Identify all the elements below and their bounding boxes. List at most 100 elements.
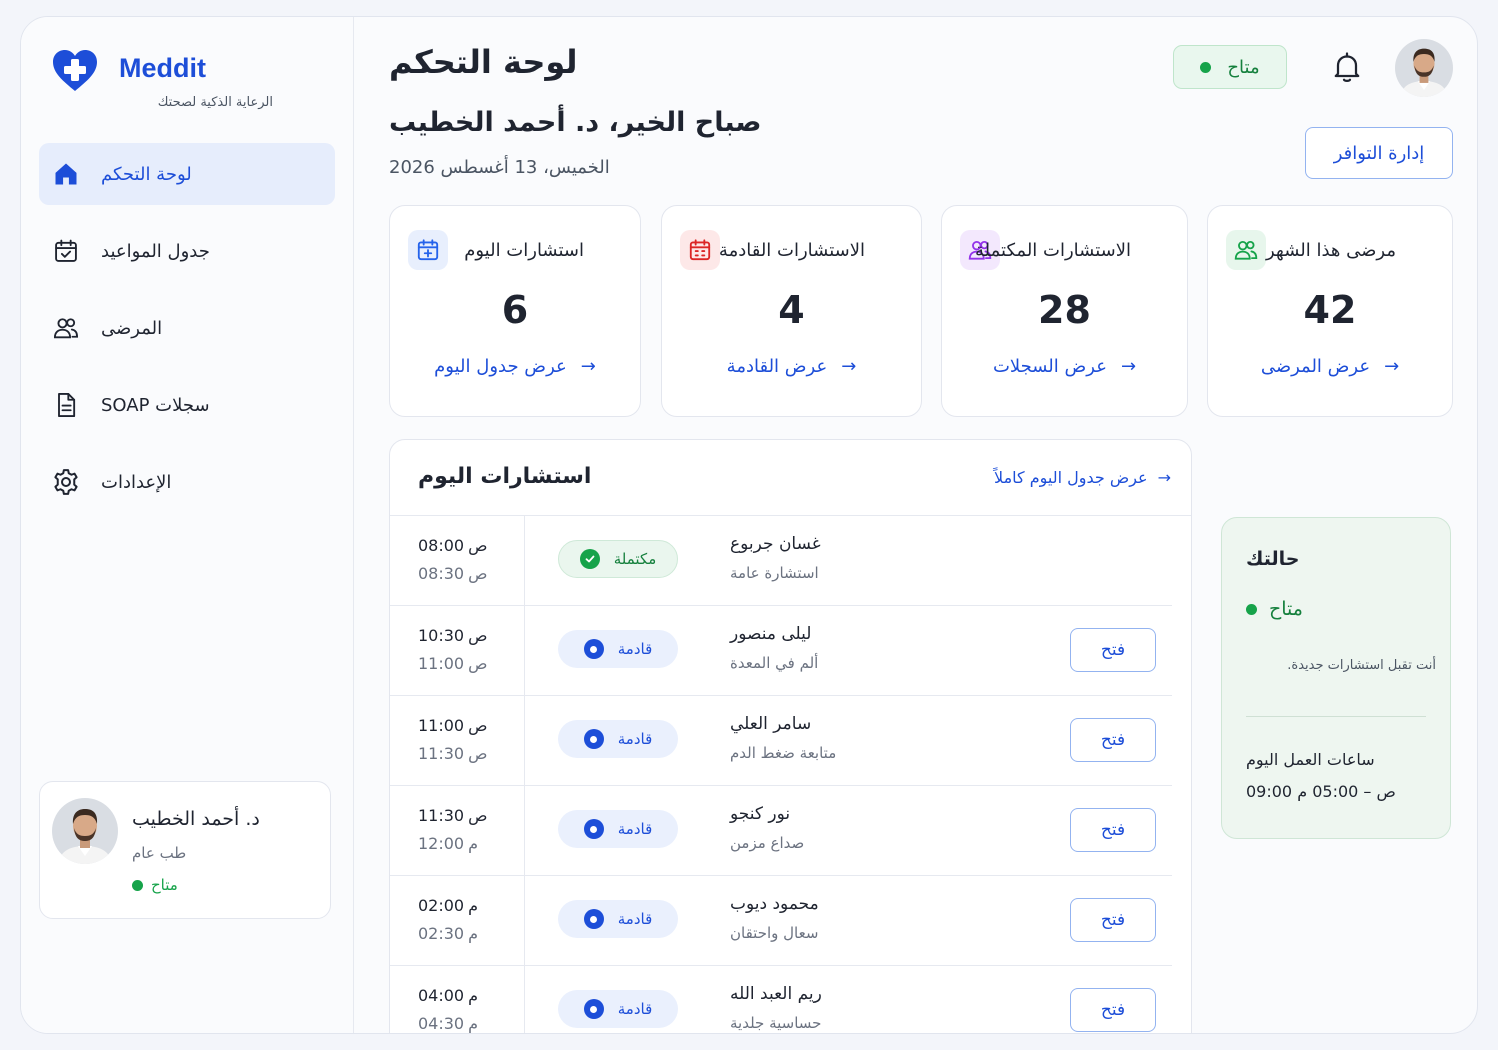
arrow-right-icon: → xyxy=(1120,356,1137,377)
doctor-profile-card[interactable]: د. أحمد الخطيب طب عام متاح xyxy=(39,781,331,919)
greeting: صباح الخير، د. أحمد الخطيب xyxy=(389,107,762,138)
patient-name: ليلى منصور xyxy=(730,624,812,644)
radio-dot-icon xyxy=(583,729,604,749)
status-dot-icon xyxy=(132,879,143,891)
doctor-name: د. أحمد الخطيب xyxy=(132,808,260,830)
start-time: 02:00 م xyxy=(418,896,479,915)
view-full-schedule-label: عرض جدول اليوم كاملاً xyxy=(994,468,1148,487)
arrow-right-icon: → xyxy=(580,356,596,377)
sidebar: Meddit الرعاية الذكية لصحتك لوحة التحكم … xyxy=(21,17,354,1033)
sidebar-item-label: جدول المواعيد xyxy=(101,240,210,262)
patient-name: غسان جربوع xyxy=(730,534,821,554)
brand[interactable]: Meddit الرعاية الذكية لصحتك xyxy=(51,49,311,119)
patient-name: سامر العلي xyxy=(730,714,812,734)
stat-link-label: عرض المرضى xyxy=(1260,356,1371,377)
stat-title: الاستشارات المكتملة xyxy=(975,240,1131,261)
today-consultations-panel: استشارات اليوم عرض جدول اليوم كاملاً → 0… xyxy=(389,439,1192,1033)
view-patients-link[interactable]: عرض المرضى → xyxy=(1208,356,1452,377)
main-content: لوحة التحكم متاح صباح الخير، د. أحمد الخ… xyxy=(355,17,1477,1033)
radio-dot-icon xyxy=(583,999,604,1019)
radio-dot-icon xyxy=(583,639,604,659)
consultation-reason: متابعة ضغط الدم xyxy=(730,744,837,762)
panel-title: استشارات اليوم xyxy=(418,464,592,489)
arrow-right-icon: → xyxy=(1384,356,1400,377)
sidebar-item-dashboard[interactable]: لوحة التحكم xyxy=(39,143,335,205)
status-label: قادمة xyxy=(617,640,653,658)
end-time: 11:00 ص xyxy=(418,654,488,673)
sidebar-item-patients[interactable]: المرضى xyxy=(39,297,335,359)
table-row: 04:00 م 04:30 م قادمة ريم العبد الله حساسي… xyxy=(390,966,1172,1033)
radio-dot-icon xyxy=(583,909,604,929)
table-row: 02:00 م 02:30 م قادمة محمود ديوب سعال واحت… xyxy=(390,876,1172,966)
start-time: 10:30 ص xyxy=(418,626,488,645)
status-badge: قادمة xyxy=(558,810,678,848)
sidebar-nav: لوحة التحكم جدول المواعيد المرضى سجلات S… xyxy=(39,143,335,528)
end-time: 08:30 ص xyxy=(418,564,488,583)
open-button[interactable]: فتح xyxy=(1070,898,1156,942)
status-label: قادمة xyxy=(617,730,653,748)
table-row: 10:30 ص 11:00 ص قادمة ليلى منصور ألم في ال… xyxy=(390,606,1172,696)
doctor-status: متاح xyxy=(132,876,178,894)
sidebar-item-schedule[interactable]: جدول المواعيد xyxy=(39,220,335,282)
status-badge: قادمة xyxy=(558,900,678,938)
consultation-reason: صداع مزمن xyxy=(730,834,805,852)
status-dot-icon xyxy=(1246,603,1257,615)
view-records-link[interactable]: عرض السجلات → xyxy=(942,356,1187,377)
table-row: 08:00 ص 08:30 ص مكتملة غسان جربوع استشارة … xyxy=(390,516,1172,606)
stat-title: الاستشارات القادمة xyxy=(718,240,865,261)
arrow-right-icon: → xyxy=(1157,468,1171,487)
user-avatar[interactable] xyxy=(1395,39,1453,97)
arrow-right-icon: → xyxy=(841,356,857,377)
consultation-reason: استشارة عامة xyxy=(730,564,819,582)
start-time: 11:00 ص xyxy=(418,716,488,735)
status-label: قادمة xyxy=(617,820,653,838)
brand-name: Meddit xyxy=(119,53,206,83)
status-dot-icon xyxy=(1200,61,1212,73)
sidebar-item-label: المرضى xyxy=(101,317,163,339)
status-card-status-label: متاح xyxy=(1269,598,1303,620)
stat-card-today-consultations: استشارات اليوم 6 عرض جدول اليوم → xyxy=(389,205,641,417)
app-window: Meddit الرعاية الذكية لصحتك لوحة التحكم … xyxy=(20,16,1478,1034)
document-icon xyxy=(51,390,81,420)
sidebar-item-settings[interactable]: الإعدادات xyxy=(39,451,335,513)
bell-icon[interactable] xyxy=(1329,49,1365,85)
stat-card-monthly-patients: مرضى هذا الشهر 42 عرض المرضى → xyxy=(1207,205,1453,417)
stat-link-label: عرض السجلات xyxy=(992,356,1107,377)
availability-status-badge[interactable]: متاح xyxy=(1173,45,1287,89)
current-date: الخميس، 13 أغسطس 2026 xyxy=(389,157,610,178)
sidebar-item-label: سجلات SOAP xyxy=(101,394,210,416)
view-upcoming-link[interactable]: عرض القادمة → xyxy=(662,356,921,377)
calendar-clock-icon xyxy=(680,230,720,270)
open-button[interactable]: فتح xyxy=(1070,628,1156,672)
open-button[interactable]: فتح xyxy=(1070,718,1156,762)
start-time: 08:00 ص xyxy=(418,536,488,555)
your-status-card: حالتك متاح أنت تقبل استشارات جديدة. ساعا… xyxy=(1221,517,1451,839)
heart-plus-logo-icon xyxy=(53,50,97,91)
sidebar-item-soap-records[interactable]: سجلات SOAP xyxy=(39,374,335,436)
open-button[interactable]: فتح xyxy=(1070,808,1156,852)
stat-card-completed-consultations: الاستشارات المكتملة 28 عرض السجلات → xyxy=(941,205,1188,417)
status-badge: مكتملة xyxy=(558,540,678,578)
brand-tagline: الرعاية الذكية لصحتك xyxy=(157,95,273,110)
manage-availability-button[interactable]: إدارة التوافر xyxy=(1305,127,1453,179)
working-hours-title: ساعات العمل اليوم xyxy=(1246,750,1375,769)
stat-value: 28 xyxy=(1038,288,1091,332)
view-full-schedule-link[interactable]: عرض جدول اليوم كاملاً → xyxy=(994,468,1171,487)
calendar-check-icon xyxy=(51,236,81,266)
view-today-schedule-link[interactable]: عرض جدول اليوم → xyxy=(390,356,640,377)
doctor-status-label: متاح xyxy=(151,876,178,894)
patient-name: نور كنجو xyxy=(730,804,791,824)
check-circle-icon xyxy=(579,549,600,569)
status-badge: قادمة xyxy=(558,630,678,668)
status-label: قادمة xyxy=(617,910,653,928)
consultation-reason: حساسية جلدية xyxy=(730,1014,822,1032)
home-icon xyxy=(51,159,81,189)
open-button[interactable]: فتح xyxy=(1070,988,1156,1032)
calendar-plus-icon xyxy=(408,230,448,270)
end-time: 11:30 ص xyxy=(418,744,488,763)
table-row: 11:30 ص 12:00 م قادمة نور كنجو صداع مزمن ف… xyxy=(390,786,1172,876)
consultation-reason: سعال واحتقان xyxy=(730,924,819,942)
end-time: 02:30 م xyxy=(418,924,479,943)
gear-icon xyxy=(51,467,81,497)
page-title: لوحة التحكم xyxy=(389,43,578,81)
